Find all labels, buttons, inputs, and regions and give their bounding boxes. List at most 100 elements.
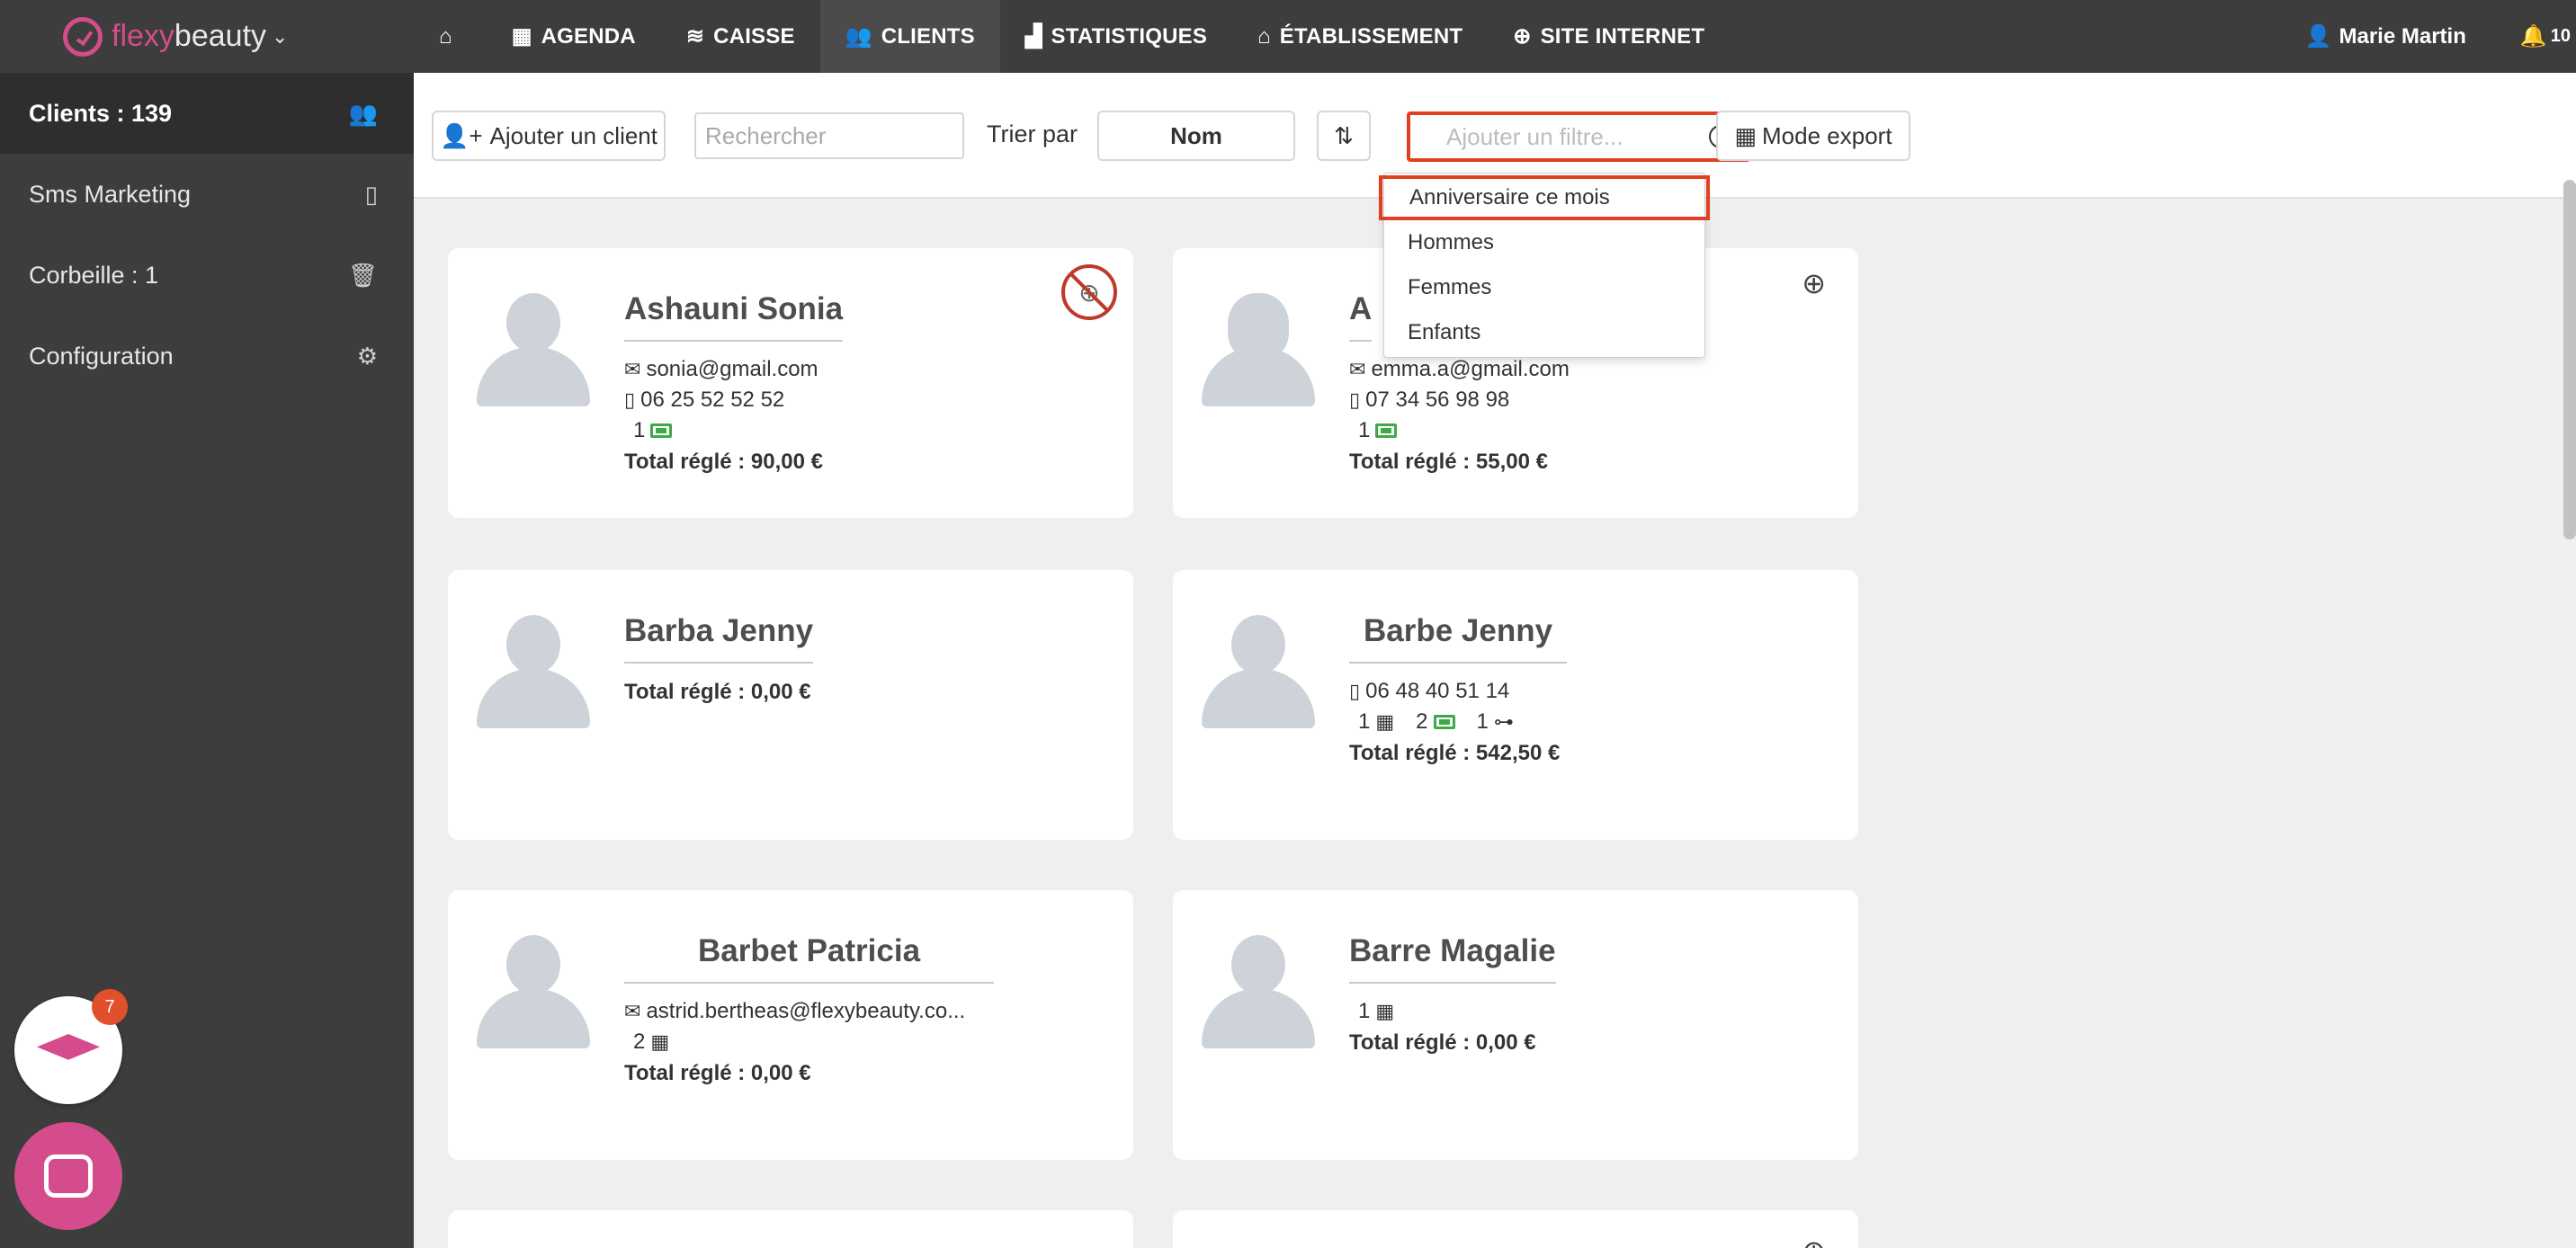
client-card[interactable]: ⊕ Ashauni Sonia ✉ sonia@gmail.com ▯ 06 25 … bbox=[448, 248, 1133, 518]
mobile-icon: ▯ bbox=[1349, 388, 1361, 411]
sort-select[interactable]: Nom bbox=[1097, 111, 1295, 161]
appointment-count: 2 bbox=[633, 1030, 646, 1054]
export-mode-button[interactable]: ▦ Mode export bbox=[1716, 111, 1910, 161]
client-total: Total réglé : 542,50 € bbox=[1349, 741, 1561, 765]
client-total: Total réglé : 55,00 € bbox=[1349, 450, 1548, 474]
filter-option-hommes[interactable]: Hommes bbox=[1384, 220, 1704, 265]
table-icon: ▦ bbox=[1734, 121, 1758, 149]
main-nav: ⌂ ▦ AGENDA ≋ CAISSE 👥 CLIENTS ▟ STATISTIQUES… bbox=[414, 0, 1730, 73]
filter-option-enfants[interactable]: Enfants bbox=[1384, 310, 1704, 355]
ticket-count: 1 bbox=[633, 418, 646, 442]
globe-icon: ⊕ bbox=[1802, 1234, 1826, 1248]
ticket-icon bbox=[650, 423, 673, 438]
gears-icon: ⚙ bbox=[356, 342, 378, 370]
client-card[interactable]: Barbe Jenny ▯ 06 48 40 51 14 1 ▦ 2 1 ⊶ Tota… bbox=[1173, 570, 1858, 840]
ticket-icon bbox=[1433, 715, 1455, 729]
chat-button[interactable] bbox=[14, 1122, 122, 1230]
sort-value: Nom bbox=[1170, 121, 1222, 149]
client-card[interactable] bbox=[448, 1210, 1133, 1248]
client-total: Total réglé : 0,00 € bbox=[624, 680, 811, 704]
client-card[interactable]: Barba Jenny Total réglé : 0,00 € bbox=[448, 570, 1133, 840]
sidebar-item-label: Sms Marketing bbox=[29, 180, 192, 208]
envelope-icon: ✉ bbox=[624, 1000, 641, 1022]
sitemap-icon: ⊶ bbox=[1493, 710, 1514, 733]
nav-caisse[interactable]: ≋ CAISSE bbox=[661, 0, 820, 73]
calendar-icon: ▦ bbox=[1375, 710, 1395, 733]
calendar-icon: ▦ bbox=[1375, 1000, 1395, 1022]
client-card[interactable]: ⊕ bbox=[1173, 1210, 1858, 1248]
client-name: Ashauni Sonia bbox=[624, 291, 844, 342]
avatar bbox=[477, 615, 590, 728]
search-input[interactable] bbox=[694, 112, 964, 159]
client-phone: 06 48 40 51 14 bbox=[1365, 679, 1510, 703]
sort-label: Trier par bbox=[987, 120, 1078, 147]
mobile-icon: ▯ bbox=[1349, 680, 1361, 702]
nav-site-internet-label: SITE INTERNET bbox=[1540, 23, 1705, 49]
client-card[interactable]: Barre Magalie 1 ▦ Total réglé : 0,00 € bbox=[1173, 890, 1858, 1160]
sidebar-item-sms-marketing[interactable]: Sms Marketing ▯ bbox=[0, 154, 414, 235]
brand-name-part1: flexy bbox=[112, 19, 174, 53]
export-mode-label: Mode export bbox=[1762, 121, 1892, 149]
avatar bbox=[1202, 615, 1315, 728]
chevron-down-icon: ⌄ bbox=[272, 24, 289, 48]
user-name: Marie Martin bbox=[2339, 23, 2466, 49]
brand-logo[interactable]: flexy beauty ⌄ bbox=[0, 0, 414, 73]
add-client-button[interactable]: 👤+ Ajouter un client bbox=[432, 111, 666, 161]
filter-dropdown: Anniversaire ce mois Hommes Femmes Enfan… bbox=[1379, 173, 1710, 358]
sidebar-item-configuration[interactable]: Configuration ⚙ bbox=[0, 316, 414, 397]
client-email: emma.a@gmail.com bbox=[1371, 357, 1570, 381]
chart-area-icon: ▟ bbox=[1024, 24, 1042, 49]
filter-option-femmes[interactable]: Femmes bbox=[1384, 265, 1704, 310]
sidebar-item-corbeille[interactable]: Corbeille : 1 🗑 bbox=[0, 235, 414, 316]
nav-etablissement[interactable]: ⌂ ÉTABLISSEMENT bbox=[1232, 0, 1488, 73]
client-total: Total réglé : 0,00 € bbox=[1349, 1030, 1536, 1055]
add-client-label: Ajouter un client bbox=[489, 121, 657, 149]
users-icon: 👥 bbox=[348, 99, 378, 127]
top-navbar: flexy beauty ⌄ ⌂ ▦ AGENDA ≋ CAISSE 👥 CLIENTS… bbox=[0, 0, 2576, 73]
appointment-count: 1 bbox=[1358, 709, 1371, 734]
client-email: sonia@gmail.com bbox=[646, 357, 818, 381]
sort-direction-button[interactable]: ⇅ bbox=[1317, 111, 1371, 161]
user-menu[interactable]: 👤 Marie Martin bbox=[2305, 23, 2466, 49]
academy-button[interactable]: 7 bbox=[14, 989, 128, 1104]
globe-icon: ⊕ bbox=[1513, 24, 1532, 49]
sort-amount-icon: ⇅ bbox=[1334, 121, 1354, 149]
avatar bbox=[477, 293, 590, 406]
avatar bbox=[1202, 293, 1315, 406]
notifications-button[interactable]: 🔔 10 bbox=[2520, 23, 2571, 49]
avatar bbox=[1202, 935, 1315, 1048]
nav-clients[interactable]: 👥 CLIENTS bbox=[819, 0, 1000, 73]
filter-input[interactable]: Ajouter un filtre... ✕ bbox=[1407, 111, 1750, 162]
nav-statistiques[interactable]: ▟ STATISTIQUES bbox=[1000, 0, 1232, 73]
mobile-icon: ▯ bbox=[364, 180, 378, 208]
user-plus-icon: 👤+ bbox=[439, 121, 483, 149]
sidebar-item-label: Corbeille : 1 bbox=[29, 261, 159, 289]
envelope-icon: ✉ bbox=[624, 358, 641, 380]
calendar-icon: ▦ bbox=[650, 1030, 670, 1053]
graduation-cap-icon bbox=[37, 1034, 100, 1060]
scrollbar[interactable] bbox=[2563, 180, 2576, 539]
nav-etablissement-label: ÉTABLISSEMENT bbox=[1279, 23, 1463, 49]
envelope-icon: ✉ bbox=[1349, 358, 1366, 380]
nav-site-internet[interactable]: ⊕ SITE INTERNET bbox=[1488, 0, 1730, 73]
ticket-icon bbox=[1375, 423, 1398, 438]
notifications-count: 10 bbox=[2550, 26, 2571, 46]
nav-agenda[interactable]: ▦ AGENDA bbox=[487, 0, 661, 73]
calendar-icon: ▦ bbox=[511, 24, 532, 49]
sidebar-item-label: Clients : 139 bbox=[29, 99, 173, 127]
client-name: Barba Jenny bbox=[624, 613, 814, 664]
trash-icon: 🗑 bbox=[347, 261, 378, 289]
brand-name-part2: beauty bbox=[174, 19, 267, 53]
sidebar-item-clients[interactable]: Clients : 139 👥 bbox=[0, 73, 414, 154]
client-email: astrid.bertheas@flexybeauty.co... bbox=[646, 999, 966, 1023]
nav-home[interactable]: ⌂ bbox=[414, 0, 487, 73]
client-name: Barbe Jenny bbox=[1349, 613, 1568, 664]
client-total: Total réglé : 90,00 € bbox=[624, 450, 823, 474]
client-card[interactable]: Barbet Patricia ✉ astrid.bertheas@flexybe… bbox=[448, 890, 1133, 1160]
filter-option-anniversaire[interactable]: Anniversaire ce mois bbox=[1379, 175, 1710, 220]
store-icon: ⌂ bbox=[1257, 23, 1271, 49]
chat-icon bbox=[44, 1154, 93, 1198]
client-name: Barbet Patricia bbox=[624, 933, 995, 984]
client-name: A bbox=[1349, 291, 1373, 342]
avatar bbox=[477, 935, 590, 1048]
